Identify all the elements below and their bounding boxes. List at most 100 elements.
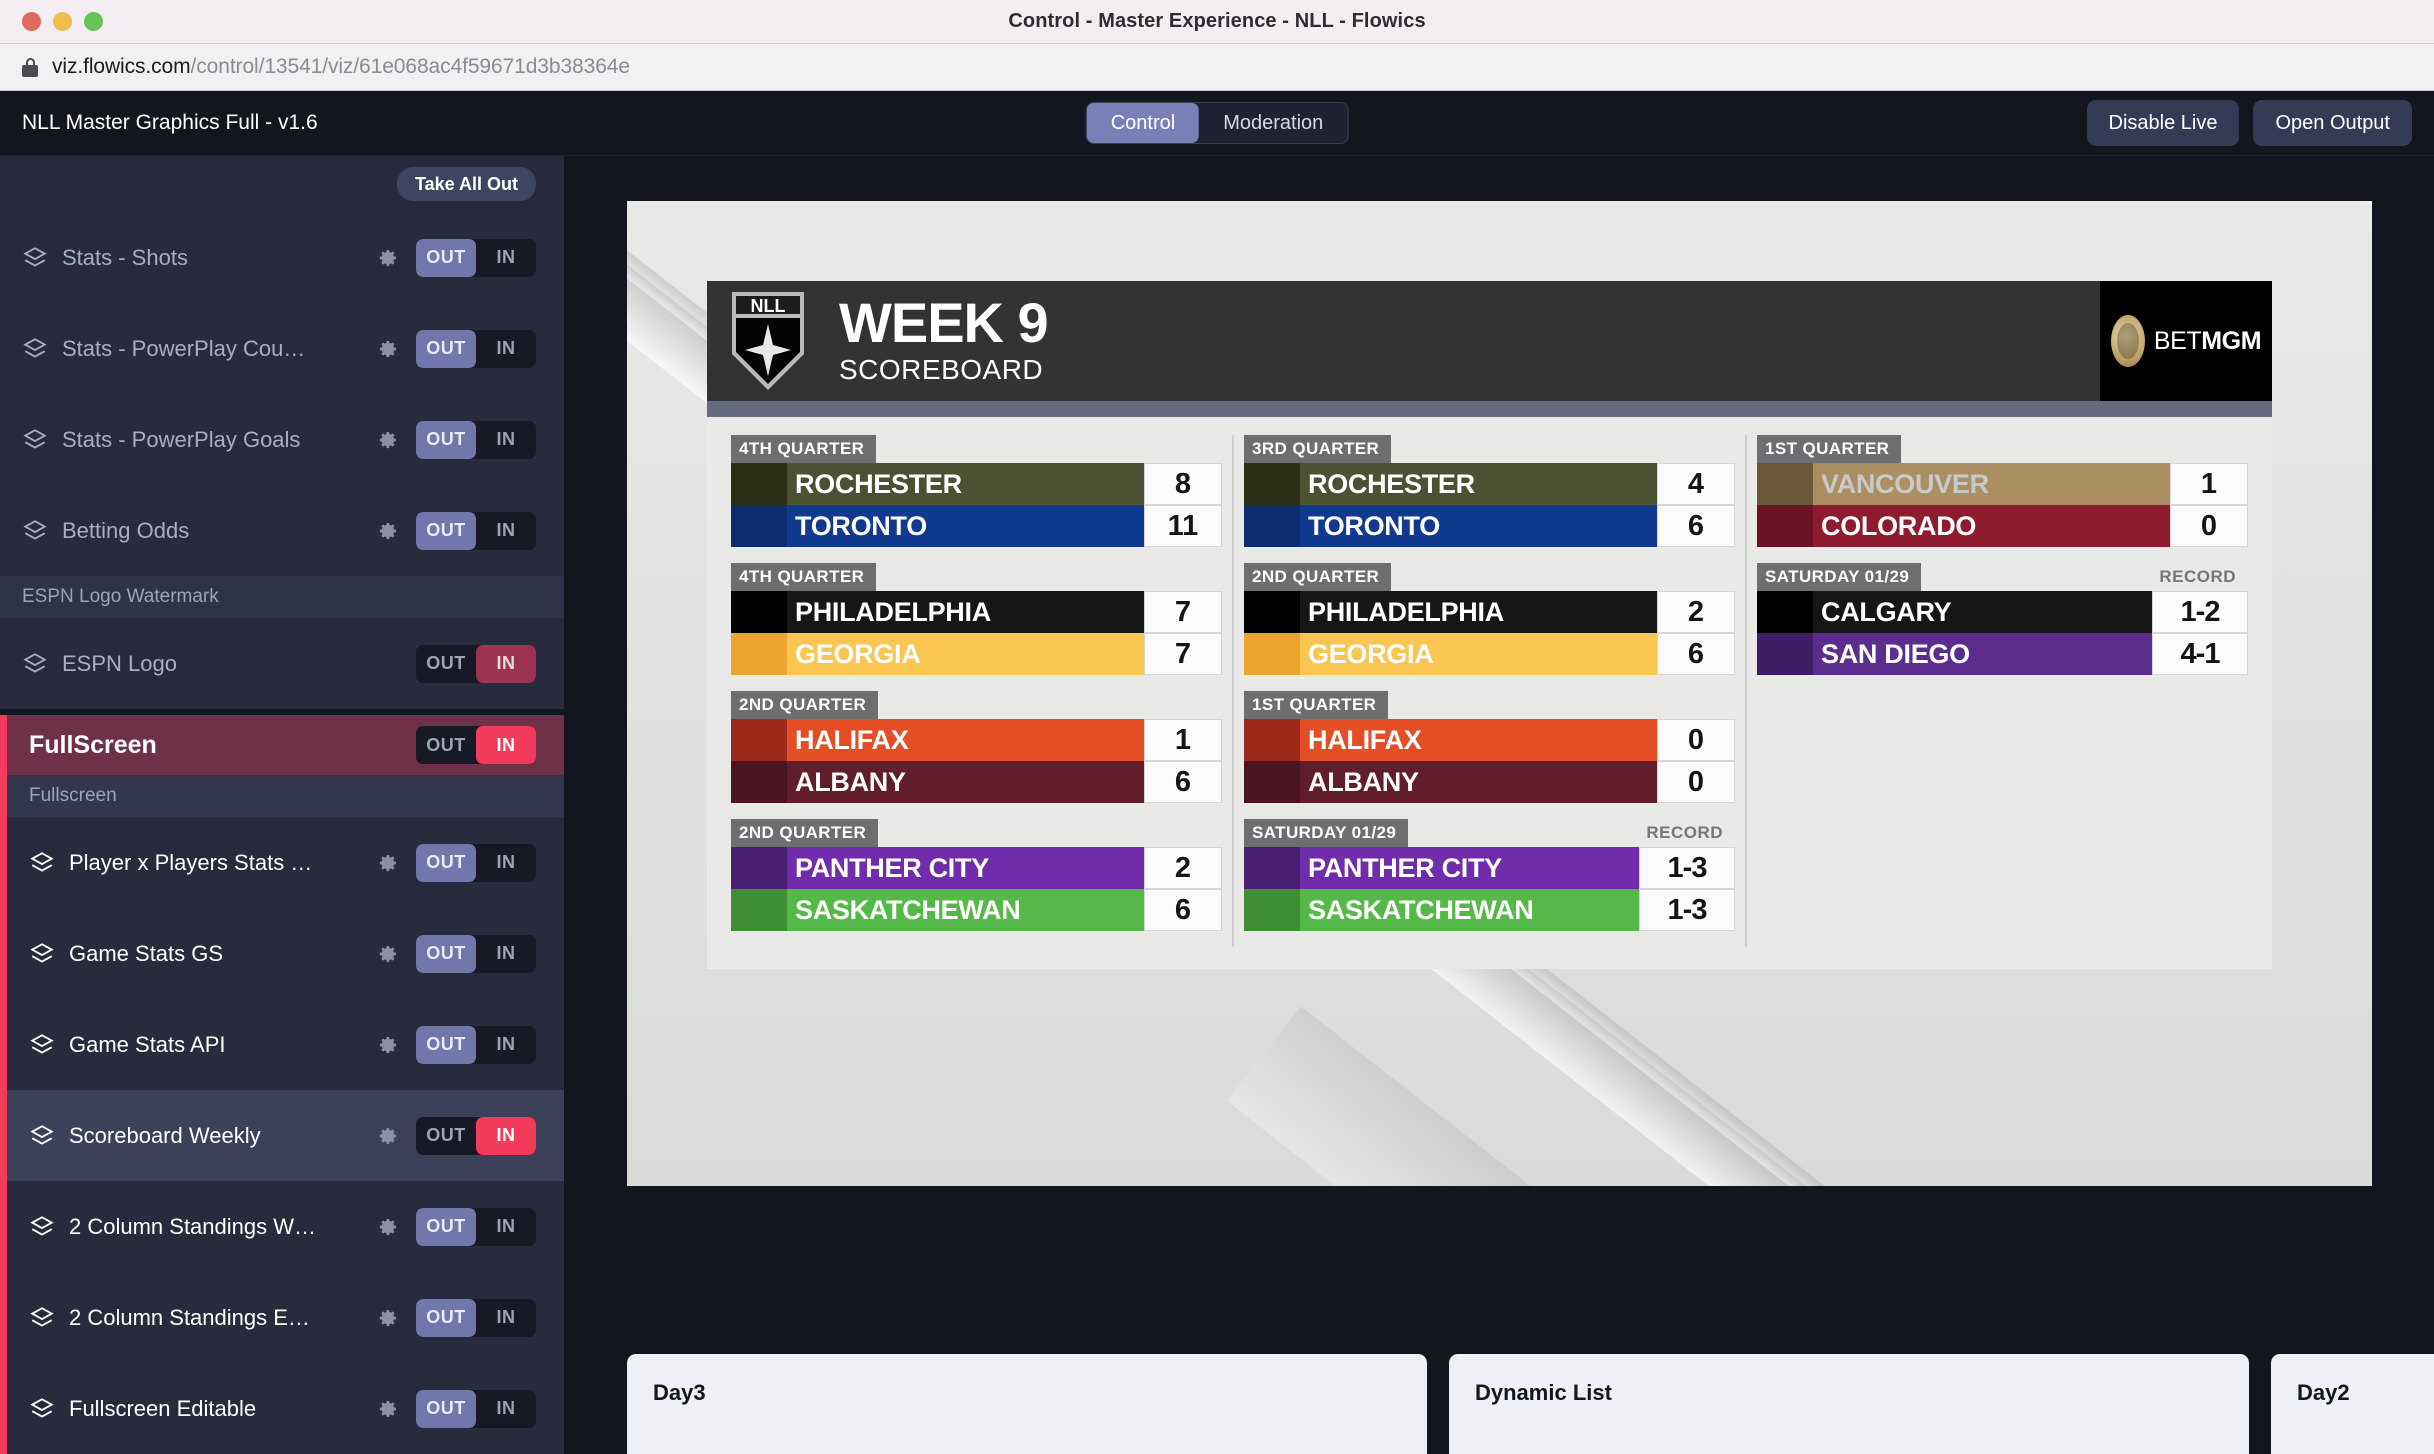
in-out-toggle[interactable]: OUT IN — [416, 420, 536, 459]
toggle-in[interactable]: IN — [476, 1390, 536, 1428]
take-all-out-button[interactable]: Take All Out — [396, 167, 536, 201]
toggle-out[interactable]: OUT — [416, 1389, 476, 1428]
in-out-toggle[interactable]: OUT IN — [416, 934, 536, 973]
toggle-out[interactable]: OUT — [416, 645, 476, 683]
toggle-in[interactable]: IN — [476, 1208, 536, 1246]
toggle-out[interactable]: OUT — [416, 1298, 476, 1337]
in-out-toggle[interactable]: OUT IN — [416, 329, 536, 368]
team-name: VANCOUVER — [1821, 468, 1989, 499]
gear-icon[interactable] — [376, 1397, 400, 1421]
open-output-button[interactable]: Open Output — [2253, 100, 2412, 146]
toggle-out[interactable]: OUT — [416, 726, 476, 764]
panel-day3[interactable]: Day3 — [627, 1354, 1427, 1454]
sidebar-item-2-column-standings-e[interactable]: 2 Column Standings E… OUT IN — [0, 1272, 564, 1363]
in-out-toggle[interactable]: OUT IN — [416, 511, 536, 550]
toggle-out[interactable]: OUT — [416, 420, 476, 459]
gear-icon[interactable] — [376, 851, 400, 875]
team-logo-icon — [731, 847, 787, 889]
toggle-out[interactable]: OUT — [416, 1025, 476, 1064]
sidebar-item-espn-logo[interactable]: ESPN Logo OUT IN — [0, 618, 564, 709]
in-out-toggle[interactable]: OUT IN — [416, 843, 536, 882]
toggle-in[interactable]: IN — [476, 1026, 536, 1064]
record-column-label: RECORD — [2159, 567, 2236, 586]
sidebar-item-2-column-standings-w[interactable]: 2 Column Standings W… OUT IN — [0, 1181, 564, 1272]
sidebar-item-game-stats-api[interactable]: Game Stats API OUT IN — [0, 999, 564, 1090]
team-name: COLORADO — [1821, 510, 1977, 541]
toggle-out[interactable]: OUT — [416, 329, 476, 368]
group-label-espn: ESPN Logo Watermark — [0, 576, 564, 618]
gear-icon[interactable] — [376, 246, 400, 270]
sidebar-item-player-x-players-stats[interactable]: Player x Players Stats … OUT IN — [0, 817, 564, 908]
in-out-toggle[interactable]: OUT IN — [416, 1116, 536, 1155]
toggle-out[interactable]: OUT — [416, 511, 476, 550]
toggle-out[interactable]: OUT — [416, 1207, 476, 1246]
match-status-row: 4TH QUARTER — [731, 563, 1222, 591]
toggle-in[interactable]: IN — [476, 330, 536, 368]
gear-icon[interactable] — [376, 428, 400, 452]
toggle-in[interactable]: IN — [476, 512, 536, 550]
team-score-value: 0 — [1657, 719, 1735, 761]
sidebar-item-stats-powerplay-goals[interactable]: Stats - PowerPlay Goals OUT IN — [0, 394, 564, 485]
toggle-in[interactable]: IN — [476, 644, 536, 683]
toggle-in[interactable]: IN — [476, 1299, 536, 1337]
team-logo-icon — [1244, 591, 1300, 633]
layers-sidebar[interactable]: Take All Out Stats - Shots OUT IN Stats … — [0, 156, 565, 1454]
sidebar-scroll-area[interactable]: Take All Out Stats - Shots OUT IN Stats … — [0, 156, 564, 1454]
team-score-value: 6 — [1657, 633, 1735, 675]
in-out-toggle[interactable]: OUT IN — [416, 1298, 536, 1337]
in-out-toggle[interactable]: OUT IN — [416, 238, 536, 277]
toggle-out[interactable]: OUT — [416, 1117, 476, 1155]
gear-icon[interactable] — [376, 519, 400, 543]
group-in-out-toggle[interactable]: OUT IN — [416, 726, 536, 764]
sidebar-item-betting-odds[interactable]: Betting Odds OUT IN — [0, 485, 564, 576]
bg-streak — [1227, 1006, 2372, 1186]
gear-icon[interactable] — [376, 1124, 400, 1148]
in-out-toggle[interactable]: OUT IN — [416, 1207, 536, 1246]
gear-icon[interactable] — [376, 942, 400, 966]
team-record-value: 1-3 — [1639, 889, 1735, 931]
app-root: NLL Master Graphics Full - v1.6 Control … — [0, 91, 2434, 1454]
disable-live-button[interactable]: Disable Live — [2086, 100, 2240, 146]
team-logo-icon — [731, 761, 787, 803]
toggle-in[interactable]: IN — [476, 844, 536, 882]
group-header-fullscreen[interactable]: FullScreen OUT IN — [0, 715, 564, 775]
panel-dynamic-list[interactable]: Dynamic List — [1449, 1354, 2249, 1454]
gear-icon[interactable] — [376, 1033, 400, 1057]
sidebar-item-stats-shots[interactable]: Stats - Shots OUT IN — [0, 212, 564, 303]
scoreboard-accent-bar — [707, 401, 2272, 417]
team-score-value: 2 — [1144, 847, 1222, 889]
toggle-in[interactable]: IN — [476, 421, 536, 459]
toggle-out[interactable]: OUT — [416, 934, 476, 973]
sidebar-item-game-stats-gs[interactable]: Game Stats GS OUT IN — [0, 908, 564, 999]
toggle-out[interactable]: OUT — [416, 843, 476, 882]
toggle-in[interactable]: IN — [476, 726, 536, 764]
match-status-badge: SATURDAY 01/29 — [1244, 819, 1409, 847]
toggle-out[interactable]: OUT — [416, 238, 476, 277]
team-record-value: 4-1 — [2152, 633, 2248, 675]
match-status-row: 2ND QUARTER — [1244, 563, 1735, 591]
sidebar-item-fullscreen-editable[interactable]: Fullscreen Editable OUT IN — [0, 1363, 564, 1454]
gear-icon[interactable] — [376, 337, 400, 361]
scoreboard-header-main: NLL WEEK 9 SCOREBOARD — [707, 281, 2100, 401]
week-block: WEEK 9 SCOREBOARD — [839, 295, 1049, 385]
in-out-toggle[interactable]: OUT IN — [416, 1389, 536, 1428]
in-out-toggle[interactable]: OUT IN — [416, 644, 536, 683]
toggle-in[interactable]: IN — [476, 1116, 536, 1155]
sidebar-item-scoreboard-weekly[interactable]: Scoreboard Weekly OUT IN — [0, 1090, 564, 1181]
scoreboard-match: SATURDAY 01/29 RECORD PANTHER CITY 1-3 SASKA… — [1244, 819, 1735, 931]
output-preview[interactable]: NLL WEEK 9 SCOREBOARD BETMGM 4TH QUARTER… — [627, 201, 2372, 1186]
view-mode-tabs[interactable]: Control Moderation — [1085, 102, 1349, 144]
tab-moderation[interactable]: Moderation — [1199, 103, 1347, 143]
in-out-toggle[interactable]: OUT IN — [416, 1025, 536, 1064]
layers-icon — [30, 851, 54, 872]
sidebar-item-stats-powerplay-count[interactable]: Stats - PowerPlay Cou… OUT IN — [0, 303, 564, 394]
gear-icon[interactable] — [376, 1306, 400, 1330]
browser-urlbar[interactable]: viz.flowics.com/control/13541/viz/61e068… — [0, 44, 2434, 91]
toggle-in[interactable]: IN — [476, 239, 536, 277]
gear-icon[interactable] — [376, 1215, 400, 1239]
toggle-in[interactable]: IN — [476, 935, 536, 973]
team-bar: TORONTO — [1244, 505, 1657, 547]
tab-control[interactable]: Control — [1086, 103, 1200, 143]
panel-day2[interactable]: Day2 — [2271, 1354, 2434, 1454]
team-bar: TORONTO — [731, 505, 1144, 547]
